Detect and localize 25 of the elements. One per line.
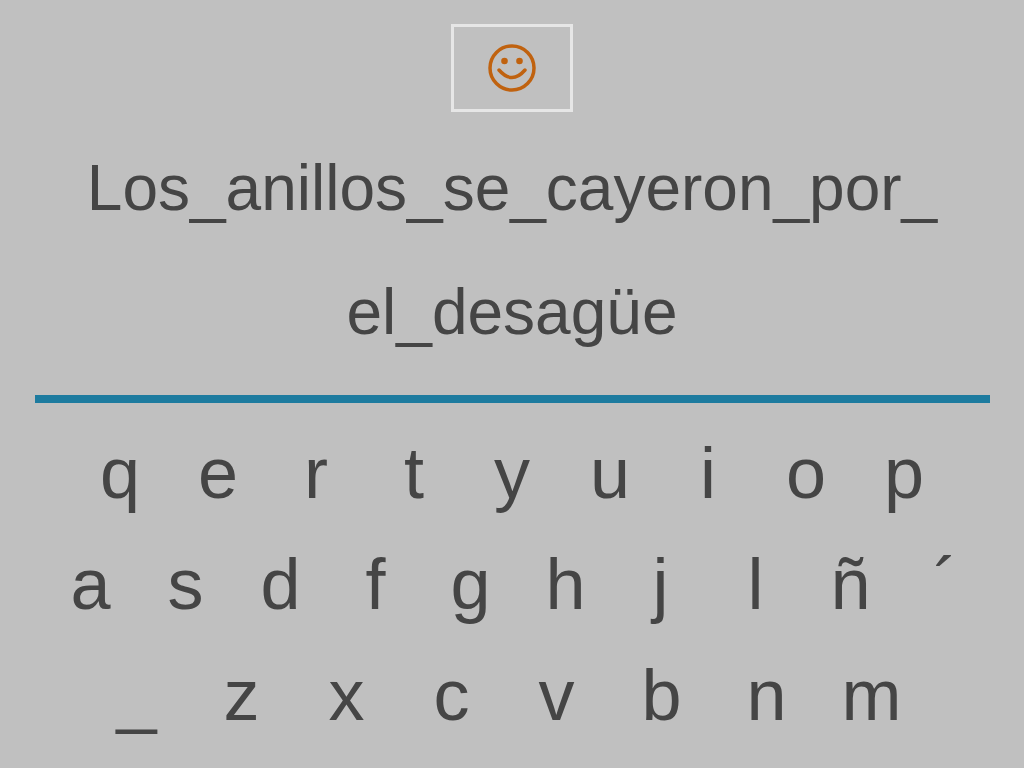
letter-key[interactable]: ´ [898, 547, 993, 620]
letter-key[interactable]: e [169, 436, 267, 509]
smiley-button[interactable] [451, 24, 573, 112]
letter-key[interactable]: n [714, 658, 819, 731]
letter-key[interactable]: ñ [803, 547, 898, 620]
letter-key[interactable]: t [365, 436, 463, 509]
letter-key[interactable]: a [43, 547, 138, 620]
letter-key[interactable]: h [518, 547, 613, 620]
sentence-text: Los_anillos_se_cayeron_por_ [86, 151, 938, 226]
letter-key[interactable]: c [399, 658, 504, 731]
letter-key[interactable]: z [189, 658, 294, 731]
letter-key[interactable]: m [819, 658, 924, 731]
smiley-icon [487, 43, 537, 93]
letter-key[interactable]: s [138, 547, 233, 620]
letter-key[interactable]: v [504, 658, 609, 731]
letter-key[interactable]: l [708, 547, 803, 620]
letter-key[interactable]: x [294, 658, 399, 731]
letter-key[interactable]: r [267, 436, 365, 509]
letter-key[interactable]: u [561, 436, 659, 509]
letter-key[interactable]: i [659, 436, 757, 509]
letter-key[interactable]: b [609, 658, 714, 731]
letter-key[interactable]: d [233, 547, 328, 620]
sentence-text: el_desagüe [346, 275, 678, 350]
letter-key[interactable]: f [328, 547, 423, 620]
letter-key[interactable]: o [757, 436, 855, 509]
